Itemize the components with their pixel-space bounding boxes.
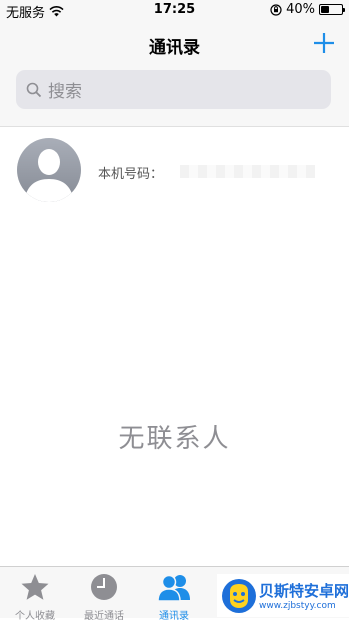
watermark: 贝斯特安卓网 www.zjbstyy.com <box>217 574 349 617</box>
battery-percent: 40% <box>286 2 315 17</box>
add-contact-button[interactable] <box>311 30 337 56</box>
my-number-label: 本机号码： <box>98 167 164 182</box>
my-number-value-redacted <box>180 165 315 178</box>
watermark-title: 贝斯特安卓网 <box>259 582 349 600</box>
navigation-bar: 通讯录 <box>0 20 349 68</box>
battery-icon <box>319 4 345 15</box>
tab-contacts[interactable]: 通讯录 <box>139 567 209 622</box>
search-placeholder: 搜索 <box>48 82 82 102</box>
clock-icon <box>91 574 117 600</box>
avatar <box>17 138 81 202</box>
orientation-lock-icon <box>270 3 282 16</box>
my-card[interactable]: 本机号码： <box>0 127 349 212</box>
search-icon <box>26 82 42 97</box>
page-title: 通讯录 <box>149 38 200 58</box>
search-area: 搜索 <box>0 68 349 127</box>
battery-level <box>321 6 329 13</box>
tab-recents[interactable]: 最近通话 <box>69 567 139 622</box>
contacts-icon <box>157 574 190 602</box>
tab-favorites[interactable]: 个人收藏 <box>0 567 70 622</box>
search-input[interactable]: 搜索 <box>16 70 331 109</box>
watermark-url: www.zjbstyy.com <box>259 601 336 611</box>
status-bar: 无服务 17:25 40% <box>0 0 349 21</box>
empty-state-text: 无联系人 <box>118 424 231 454</box>
star-icon <box>21 574 49 600</box>
watermark-logo-icon <box>222 579 256 613</box>
